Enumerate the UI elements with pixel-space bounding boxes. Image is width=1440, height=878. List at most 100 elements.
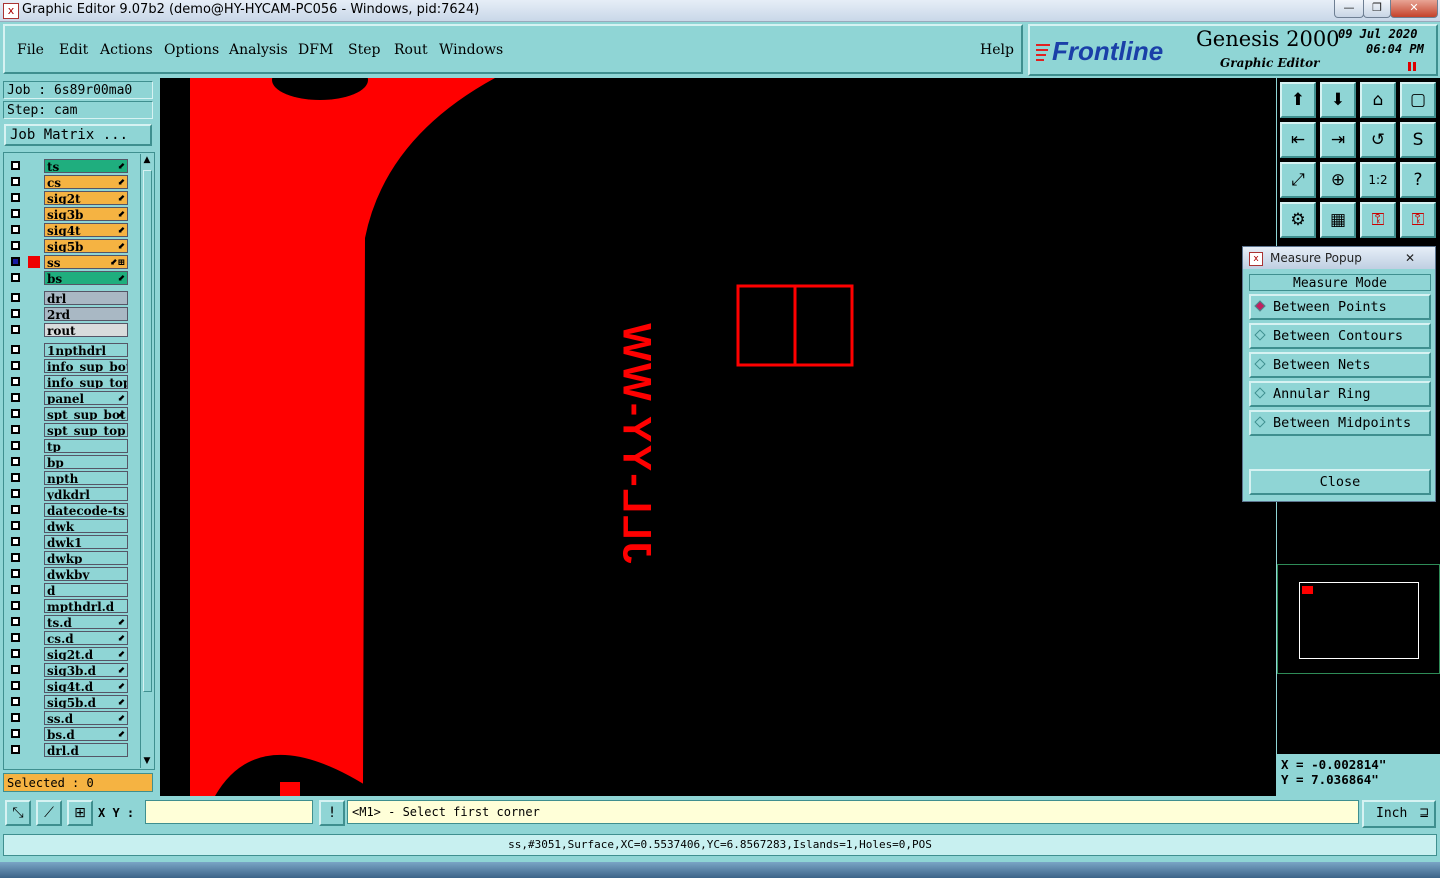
grid-icon[interactable]: ▦ [1320, 202, 1356, 238]
layer-checkbox[interactable] [11, 361, 20, 370]
layer-checkbox[interactable] [11, 473, 20, 482]
layer-row[interactable]: bs ⬋ [8, 271, 128, 286]
layer-name[interactable]: sig2t.d ⬋ [44, 647, 128, 661]
measure-option-between-nets[interactable]: Between Nets [1249, 352, 1431, 378]
layer-row[interactable]: rout [8, 323, 128, 338]
layer-name[interactable]: 1npthdrl [44, 343, 128, 357]
layer-row[interactable]: d [8, 583, 128, 598]
layer-name[interactable]: tp [44, 439, 128, 453]
layer-row[interactable]: cs ⬋ [8, 175, 128, 190]
cutter-icon[interactable]: ⚙ [1280, 202, 1316, 238]
layer-row[interactable]: 1npthdrl [8, 343, 128, 358]
grid-view-icon[interactable]: ▢ [1400, 82, 1436, 118]
measure-option-between-contours[interactable]: Between Contours [1249, 323, 1431, 349]
menu-step[interactable]: Step [348, 42, 380, 58]
layer-name[interactable]: drl [44, 291, 128, 305]
exclamation-icon[interactable]: ! [319, 800, 345, 826]
layer-name[interactable]: drl.d [44, 743, 128, 757]
overview-map[interactable] [1277, 564, 1440, 674]
menu-windows[interactable]: Windows [439, 42, 503, 58]
layer-checkbox[interactable] [11, 537, 20, 546]
measure-option-annular-ring[interactable]: Annular Ring [1249, 381, 1431, 407]
layer-name[interactable]: cs.d ⬋ [44, 631, 128, 645]
layer-row[interactable]: info_sup_top [8, 375, 128, 390]
layer-name[interactable]: datecode-ts [44, 503, 128, 517]
layer-row[interactable]: mpthdrl.d [8, 599, 128, 614]
menu-options[interactable]: Options [164, 42, 219, 58]
pan-right-icon[interactable]: ⇥ [1320, 122, 1356, 158]
layer-name[interactable]: panel ⬋ [44, 391, 128, 405]
menu-actions[interactable]: Actions [100, 42, 153, 58]
layer-row[interactable]: bp [8, 455, 128, 470]
layer-name[interactable]: 2rd [44, 307, 128, 321]
layer-name[interactable]: sig5b ⬋ [44, 239, 128, 253]
measure-tool-icon[interactable]: ⟋ [36, 800, 62, 826]
layer-row[interactable]: panel ⬋ [8, 391, 128, 406]
layer-name[interactable]: ss.d ⬋ [44, 711, 128, 725]
layer-checkbox[interactable] [11, 257, 20, 266]
snap-grid-icon[interactable]: ⊞ [67, 800, 93, 826]
layer-row[interactable]: dwk1 [8, 535, 128, 550]
layer-row[interactable]: dwk [8, 519, 128, 534]
zoom-center-icon[interactable]: ⊕ [1320, 162, 1356, 198]
layer-name[interactable]: info_sup_bot [44, 359, 128, 373]
layer-row[interactable]: spt_sup_top [8, 423, 128, 438]
one-to-two-icon[interactable]: 1:2 [1360, 162, 1396, 198]
layer-row[interactable]: dwkp [8, 551, 128, 566]
layer-checkbox[interactable] [11, 729, 20, 738]
layer-checkbox[interactable] [11, 409, 20, 418]
fit-icon[interactable]: ⤢ [1280, 162, 1316, 198]
layer-name[interactable]: bp [44, 455, 128, 469]
layer-checkbox[interactable] [11, 393, 20, 402]
help-icon[interactable]: ? [1400, 162, 1436, 198]
layer-row[interactable]: sig2t ⬋ [8, 191, 128, 206]
menu-edit[interactable]: Edit [59, 42, 88, 58]
layer-row[interactable]: sig4t.d ⬋ [8, 679, 128, 694]
layer-checkbox[interactable] [11, 177, 20, 186]
layer-name[interactable]: ydkdrl [44, 487, 128, 501]
layer-row[interactable]: sig5b.d ⬋ [8, 695, 128, 710]
layer-checkbox[interactable] [11, 553, 20, 562]
layer-row[interactable]: sig5b ⬋ [8, 239, 128, 254]
layer-checkbox[interactable] [11, 697, 20, 706]
layer-name[interactable]: sig3b.d ⬋ [44, 663, 128, 677]
layer-name[interactable]: mpthdrl.d [44, 599, 128, 613]
layer-name[interactable]: dwkby [44, 567, 128, 581]
layer-checkbox[interactable] [11, 713, 20, 722]
layer-checkbox[interactable] [11, 585, 20, 594]
layer-row[interactable]: ss.d ⬋ [8, 711, 128, 726]
undo-icon[interactable]: ↺ [1360, 122, 1396, 158]
layer-checkbox[interactable] [11, 325, 20, 334]
layer-name[interactable]: dwk1 [44, 535, 128, 549]
scroll-down-icon[interactable]: ▼ [142, 756, 152, 766]
layer-name[interactable]: rout [44, 323, 128, 337]
layer-row[interactable]: cs.d ⬋ [8, 631, 128, 646]
menu-analysis[interactable]: Analysis [229, 42, 288, 58]
layer-name[interactable]: sig4t ⬋ [44, 223, 128, 237]
popup-close-button[interactable]: Close [1249, 469, 1431, 495]
scroll-thumb[interactable] [143, 170, 152, 692]
layer-name[interactable]: sig4t.d ⬋ [44, 679, 128, 693]
layer-checkbox[interactable] [11, 293, 20, 302]
layer-row[interactable]: bs.d ⬋ [8, 727, 128, 742]
layer-checkbox[interactable] [11, 489, 20, 498]
layer-name[interactable]: ss ⬋⊞ [44, 255, 128, 269]
layer-name[interactable]: cs ⬋ [44, 175, 128, 189]
layer-checkbox[interactable] [11, 193, 20, 202]
pan-left-icon[interactable]: ⇤ [1280, 122, 1316, 158]
layer-row[interactable]: tp [8, 439, 128, 454]
layer-checkbox[interactable] [11, 601, 20, 610]
zoom-home-icon[interactable]: ⬆ [1280, 82, 1316, 118]
layer-row[interactable]: drl.d [8, 743, 128, 758]
layer-name[interactable]: spt_sup_top [44, 423, 128, 437]
layer-checkbox[interactable] [11, 505, 20, 514]
layer-name[interactable]: bs.d ⬋ [44, 727, 128, 741]
layer-row[interactable]: info_sup_bot [8, 359, 128, 374]
layer-checkbox[interactable] [11, 345, 20, 354]
layer-checkbox[interactable] [11, 161, 20, 170]
layer-name[interactable]: npth [44, 471, 128, 485]
layer-name[interactable]: dwk [44, 519, 128, 533]
units-dropdown[interactable]: Inch ⊒ [1362, 800, 1436, 828]
layer-checkbox[interactable] [11, 457, 20, 466]
scroll-up-icon[interactable]: ▲ [142, 155, 152, 165]
